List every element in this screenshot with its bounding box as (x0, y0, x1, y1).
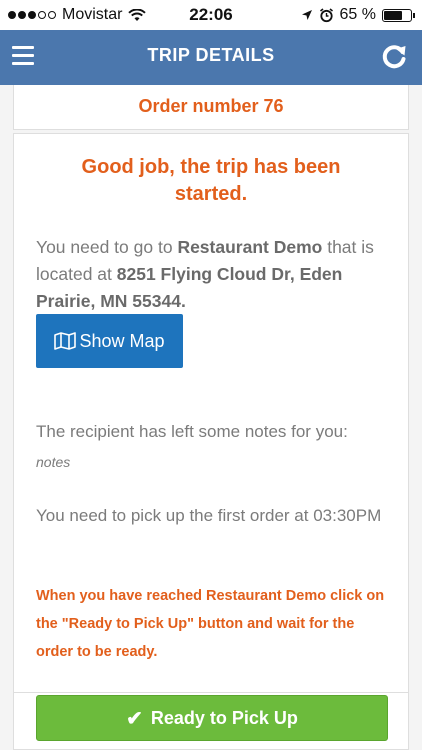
map-icon (54, 332, 77, 350)
refresh-icon[interactable] (378, 40, 410, 72)
destination-prefix: You need to go to (36, 237, 178, 257)
order-number: Order number 76 (138, 96, 284, 116)
restaurant-name: Restaurant Demo (177, 237, 323, 257)
order-card: Order number 76 (13, 85, 409, 130)
footer-bar: ✔ Ready to Pick Up (13, 693, 409, 750)
battery-fill (384, 10, 403, 20)
ready-to-pick-up-button[interactable]: ✔ Ready to Pick Up (36, 695, 388, 741)
status-icons: 65 % (301, 6, 415, 24)
status-bar: Movistar 22:06 65 % (0, 0, 422, 30)
battery-icon (382, 8, 415, 22)
pickup-instruction: When you have reached Restaurant Demo cl… (36, 588, 385, 660)
notes-label: The recipient has left some notes for yo… (36, 422, 348, 441)
alarm-clock-icon (319, 7, 333, 22)
recipient-notes: notes (36, 454, 71, 470)
show-map-label: Show Map (79, 330, 165, 351)
pickup-time-text: You need to pick up the first order at 0… (36, 506, 382, 525)
ready-to-pick-up-label: Ready to Pick Up (150, 707, 298, 728)
show-map-button[interactable]: Show Map (36, 314, 183, 368)
trip-info-card: Good job, the trip has been started. You… (13, 133, 409, 693)
location-arrow-icon (301, 10, 312, 20)
battery-percentage: 65 % (339, 6, 376, 23)
destination-text: You need to go to Restaurant Demo that i… (36, 234, 392, 315)
page-title: TRIP DETAILS (147, 45, 275, 65)
navigation-bar: TRIP DETAILS (0, 30, 422, 85)
trip-started-message: Good job, the trip has been started. (81, 156, 341, 205)
trip-details-content: Order number 76 Good job, the trip has b… (0, 85, 422, 750)
checkmark-icon: ✔ (126, 707, 143, 730)
